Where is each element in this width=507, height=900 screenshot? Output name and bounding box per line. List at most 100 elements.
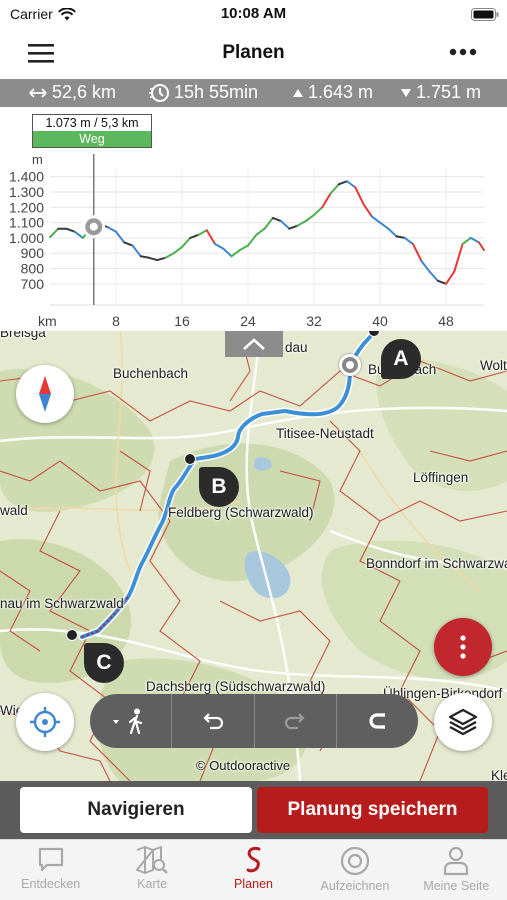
profile-segment: [346, 180, 357, 189]
profile-segment: [370, 215, 382, 224]
waypoint-b-dot[interactable]: [184, 453, 196, 465]
waypoint-a[interactable]: A: [381, 339, 421, 379]
redo-icon: [285, 713, 305, 730]
x-tick-label: 48: [438, 313, 454, 329]
locate-button[interactable]: [16, 693, 74, 751]
stat-ascent-value: 1.643 m: [308, 82, 374, 102]
tab-entdecken[interactable]: Entdecken: [0, 840, 101, 900]
profile-segment: [255, 227, 266, 236]
distance-arrows-icon: [29, 87, 47, 98]
profile-segment: [123, 241, 134, 247]
compass-icon: [39, 376, 51, 412]
map-label: Wolte: [480, 358, 507, 373]
profile-segment: [428, 270, 439, 282]
profile-segment: [65, 227, 76, 233]
map-label: nau im Schwarzwald: [0, 596, 124, 611]
x-tick-label: 24: [240, 313, 256, 329]
clock: 10:08 AM: [220, 5, 287, 22]
map-label: Breisga: [0, 331, 46, 340]
stat-descent: 1.751 m: [400, 82, 481, 103]
compass-button[interactable]: [16, 365, 74, 423]
chevron-up-icon: [243, 338, 265, 350]
y-tick-label: 900: [21, 245, 45, 261]
y-tick-label: 1.200: [9, 199, 44, 215]
map-label: Feldberg (Schwarzwald): [168, 505, 314, 520]
profile-segment: [181, 236, 192, 249]
layers-button[interactable]: [434, 693, 492, 751]
profile-segment: [403, 236, 415, 246]
more-actions-button[interactable]: [434, 618, 492, 676]
map-label: Titisee-Neustadt: [276, 426, 374, 441]
redo-button[interactable]: [255, 694, 337, 748]
y-tick-label: 1.100: [9, 215, 44, 231]
waypoint-b[interactable]: B: [199, 467, 239, 507]
tab-karte[interactable]: Karte: [101, 840, 202, 900]
tooltip-value: 1.073 m / 5,3 km: [45, 116, 139, 130]
profile-segment: [461, 236, 472, 246]
profile-segment: [156, 256, 167, 262]
map-label: Dachsberg (Südschwarzwald): [146, 679, 326, 694]
profile-segment: [131, 244, 142, 258]
profile-segment: [288, 224, 299, 230]
magnet-icon: [369, 713, 386, 729]
walking-mode-icon: [112, 708, 142, 734]
profile-segment: [73, 230, 85, 239]
more-options-icon[interactable]: [449, 48, 477, 56]
profile-segment: [214, 243, 225, 250]
profile-segment: [197, 229, 208, 236]
y-tick-label: 700: [21, 276, 45, 292]
undo-icon: [203, 713, 223, 730]
chat-bubble-icon: [38, 847, 63, 872]
map-label: Kle: [491, 768, 507, 781]
tab-aufzeichnen[interactable]: Aufzeichnen: [304, 840, 405, 900]
profile-segment: [172, 246, 184, 255]
record-icon: [340, 846, 370, 876]
profile-segment: [445, 270, 456, 285]
profile-segment: [478, 241, 485, 252]
snap-to-path-button[interactable]: [337, 694, 418, 748]
y-tick-label: 1.300: [9, 184, 44, 200]
routing-mode-button[interactable]: [90, 694, 173, 748]
profile-segment: [362, 203, 373, 218]
save-plan-button[interactable]: Planung speichern: [257, 787, 488, 833]
profile-segment: [453, 243, 464, 273]
action-bar: Navigieren Planung speichern: [0, 781, 507, 839]
page-title: Planen: [222, 42, 285, 63]
stat-distance-value: 52,6 km: [52, 82, 117, 102]
elevation-profile[interactable]: m 1.400 1.300 1.200 1.100 1.000 900 800 700 km 8 1…: [0, 107, 507, 333]
tab-meine-seite[interactable]: Meine Seite: [406, 840, 507, 900]
tooltip-surface: Weg: [33, 131, 151, 147]
map-label: Buchenbach: [113, 366, 189, 381]
profile-segment: [379, 221, 390, 230]
profile-segment: [222, 247, 233, 258]
tab-label: Entdecken: [21, 877, 81, 891]
locate-crosshair-icon: [30, 707, 60, 737]
map-attribution: © Outdooractive: [196, 758, 291, 773]
battery-icon: [471, 8, 499, 21]
undo-button[interactable]: [172, 694, 255, 748]
navigation-bar: Planen: [0, 30, 507, 78]
navigate-button[interactable]: Navigieren: [20, 787, 252, 833]
route-stats-bar: 52,6 km 15h 55min 1.643 m 1.751 m: [0, 79, 507, 107]
profile-position-marker: [339, 354, 361, 376]
profile-segment: [106, 226, 118, 233]
profile-segment: [354, 186, 365, 206]
profile-segment: [148, 256, 159, 262]
profile-segment: [420, 259, 431, 273]
collapse-profile-button[interactable]: [225, 331, 283, 357]
tab-label: Aufzeichnen: [320, 879, 390, 893]
profile-segment: [205, 229, 217, 246]
map-label: Bonndorf im Schwarzwald: [366, 556, 507, 571]
tab-label: Karte: [137, 877, 168, 891]
profile-segment: [469, 236, 481, 244]
profile-segment: [304, 213, 316, 223]
profile-segment: [115, 230, 126, 244]
waypoint-c-dot[interactable]: [66, 629, 78, 641]
ascent-icon: [293, 88, 303, 97]
x-tick-label: 32: [306, 313, 322, 329]
x-tick-label: 16: [174, 313, 190, 329]
waypoint-c[interactable]: C: [84, 643, 124, 683]
tab-planen[interactable]: Planen: [203, 840, 304, 900]
profile-cursor-dot: [89, 222, 98, 231]
y-tick-label: 800: [21, 261, 45, 277]
